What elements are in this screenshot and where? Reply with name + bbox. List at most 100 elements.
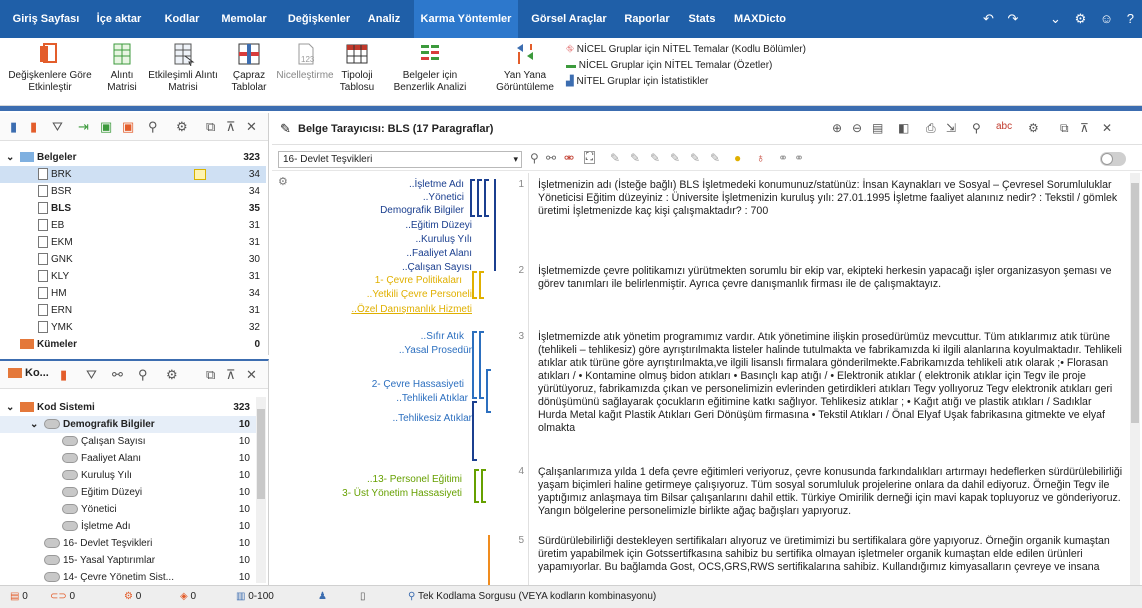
documents-root[interactable]: ⌄ Belgeler 323 [0,149,266,166]
code-scrollbar[interactable] [256,397,266,583]
gear-icon[interactable]: ⚙ [1028,121,1039,135]
code-stripe-label[interactable]: Demografik Bilgiler [380,205,464,216]
code-stripe-label[interactable]: ..Kuruluş Yılı [415,234,472,245]
code-stripe-label[interactable]: 2- Çevre Hassasiyeti [372,379,464,390]
status-codes[interactable]: ⊂⊃ 0 [50,586,75,608]
code-item[interactable]: Eğitim Düzeyi 10 [0,484,266,501]
help-icon[interactable]: ? [1127,11,1134,26]
search-icon[interactable]: ⚲ [972,121,981,135]
status-weight[interactable]: ▥ 0-100 [236,586,274,608]
interactive-quote-matrix-button[interactable]: Etkileşimli Alıntı Matrisi [144,42,222,94]
stats-for-qual-groups-item[interactable]: ▟ NİTEL Gruplar için İstatistikler [566,74,806,90]
code-stripe-label[interactable]: ..Yönetici [423,192,464,203]
code-stripe-label[interactable]: ..Tehlikeli Atıklar [396,393,468,404]
code-item[interactable]: Yönetici 10 [0,501,266,518]
code-stripe-bracket[interactable] [481,469,486,503]
user-icon[interactable]: ♟ [318,586,327,608]
code-stripe-bracket[interactable] [474,469,479,503]
highlighter-icon[interactable]: ✎ [650,151,660,165]
code-item[interactable]: Kuruluş Yılı 10 [0,467,266,484]
code-stripe-bracket[interactable] [479,271,484,299]
typology-table-button[interactable]: Tipoloji Tablosu [336,42,378,94]
code-stripe-label[interactable]: 1- Çevre Politikaları [375,275,462,286]
tab-karma-yontemler[interactable]: Karma Yöntemler [414,0,518,38]
close-icon[interactable]: ✕ [1102,121,1112,135]
filter-icon[interactable]: ⛛ [86,367,97,383]
symbol-icon[interactable]: ♁ [756,151,765,165]
zoom-out-icon[interactable]: ⊖ [852,121,862,135]
emoticode-icon[interactable]: ● [734,151,741,165]
chevron-down-icon[interactable]: ⌄ [1050,11,1061,26]
unlink-icon[interactable]: ⚭ [794,151,804,165]
zoom-in-icon[interactable]: ⊕ [832,121,842,135]
code-stripe-label[interactable]: ..Yetkili Çevre Personeli [367,289,472,300]
document-item[interactable]: EKM 31 [0,234,266,251]
undo-icon[interactable]: ↶ [983,11,994,26]
tab-giris-sayfasi[interactable]: Giriş Sayfası [8,0,84,38]
code-stripe-bracket[interactable] [472,271,477,299]
search-icon[interactable]: ⚲ [148,119,158,135]
document-item[interactable]: GNK 30 [0,251,266,268]
code-item[interactable]: Çalışan Sayısı 10 [0,433,266,450]
code-item[interactable]: İşletme Adı 10 [0,518,266,535]
side-by-side-button[interactable]: Yan Yana Görüntüleme [494,42,556,94]
code-stripe-bracket[interactable] [484,179,489,217]
doc-orange-icon[interactable]: ▣ [122,119,134,135]
code-stripe-label[interactable]: ..13- Personel Eğitimi [367,474,462,485]
code-stripe-bracket[interactable] [479,331,484,399]
search-icon[interactable]: ⚲ [138,367,148,383]
activate-by-variables-button[interactable]: Değişkenlere Göre Etkinleştir [4,42,96,94]
gear-icon[interactable]: ⚙ [1075,11,1087,26]
paragraph-text[interactable]: İşletmemizde atık yönetim programımız va… [538,331,1123,435]
activate-icon[interactable]: ⇥ [78,119,89,135]
code-stripe-bracket[interactable] [477,179,482,217]
code-stripe-bracket[interactable] [472,401,477,461]
tab-ice-aktar[interactable]: İçe aktar [88,0,150,38]
similarity-analysis-button[interactable]: Belgeler için Benzerlik Analizi [382,42,478,94]
tab-analiz[interactable]: Analiz [362,0,406,38]
highlighter-icon[interactable]: ✎ [630,151,640,165]
code-stripe-label[interactable]: 3- Üst Yönetim Hassasiyeti [342,488,462,499]
print-icon[interactable]: ⎙ [926,121,936,136]
chevron-down-icon[interactable]: ▾ [513,152,518,167]
link-icon[interactable]: ⚭ [778,151,788,165]
paragraph-text[interactable]: Sürdürülebilirliği destekleyen sertifika… [538,535,1123,585]
document-scrollbar[interactable] [1130,173,1140,585]
code-stripe-label[interactable]: ..Faaliyet Alanı [406,248,472,259]
document-item[interactable]: BRK 34 [0,166,266,183]
document-scroll-thumb[interactable] [1131,183,1139,423]
pin-icon[interactable]: ⊼ [226,119,236,135]
document-outline-icon[interactable]: ▯ [360,586,366,608]
smiley-icon[interactable]: ☺ [1100,11,1113,26]
document-item[interactable]: BLS 35 [0,200,266,217]
chevron-down-icon[interactable]: ⌄ [30,416,38,433]
quantitize-button[interactable]: 123 Nicelleştirme [276,42,334,82]
code-stripe-label[interactable]: ..Sıfır Atık [421,331,464,342]
highlighter-icon[interactable]: ✎ [670,151,680,165]
document-sets[interactable]: Kümeler 0 [0,336,266,353]
code-with-new-icon[interactable]: ⚯ [546,151,556,165]
memo-icon[interactable] [194,169,206,180]
highlighter-icon[interactable]: ✎ [690,151,700,165]
document-item[interactable]: YMK 32 [0,319,266,336]
document-item[interactable]: HM 34 [0,285,266,302]
chevron-down-icon[interactable]: ⌄ [6,149,14,166]
code-stripe-line[interactable] [494,179,496,271]
code-scroll-thumb[interactable] [257,409,265,499]
code-stripe-label[interactable]: ..Eğitim Düzeyi [405,220,472,231]
code-select[interactable]: 16- Devlet Teşvikleri ▾ [278,151,522,168]
code-item[interactable]: 15- Yasal Yaptırımlar 10 [0,552,266,569]
tab-degiskenler[interactable]: Değişkenler [282,0,356,38]
code-stripe-label[interactable]: ..Çalışan Sayısı [402,262,472,273]
undock-icon[interactable]: ⧉ [206,119,215,135]
pin-icon[interactable]: ⊼ [1080,121,1089,135]
gear-icon[interactable]: ⚙ [166,367,178,383]
export-icon[interactable]: ⇲ [946,121,956,135]
status-activated-codes[interactable]: ⚙ 0 [124,586,141,608]
status-segments[interactable]: ◈ 0 [180,586,196,608]
code-item[interactable]: ⌄ Demografik Bilgiler 10 [0,416,266,433]
import-icon[interactable]: ▮ [30,119,37,135]
code-item[interactable]: Faaliyet Alanı 10 [0,450,266,467]
tab-raporlar[interactable]: Raporlar [616,0,678,38]
paragraph-text[interactable]: Çalışanlarımıza yılda 1 defa çevre eğiti… [538,466,1123,518]
